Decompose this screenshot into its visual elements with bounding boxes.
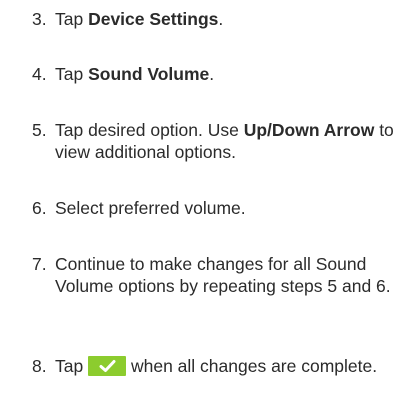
checkmark-confirm-icon [88, 356, 127, 376]
step-number: 5. [32, 120, 47, 140]
step-text: Tap Device Settings. [55, 8, 410, 30]
step-text: Select preferred volume. [55, 198, 246, 218]
step-text-part: . [218, 9, 224, 29]
step-number: 8. [32, 356, 47, 376]
step-text: Tap when all changes are complete. [55, 355, 410, 377]
step-text: Tap Sound Volume. [55, 63, 410, 85]
bold-term-device-settings: Device Settings [88, 9, 219, 29]
step-number: 3. [32, 9, 47, 29]
step-number: 4. [32, 64, 47, 84]
instruction-steps: 3. Tap Device Settings. 4. Tap Sound Vol… [0, 0, 420, 420]
step-number: 6. [32, 198, 47, 218]
bold-term-up-down-arrow: Up/Down Arrow [243, 120, 375, 140]
step-text-part: when all changes are complete. [130, 356, 378, 376]
bold-term-sound-volume: Sound Volume [88, 64, 210, 84]
step-number: 7. [32, 254, 47, 274]
step-text-part: Tap [55, 9, 89, 29]
step-text-part: Tap [55, 356, 84, 376]
step-text: Continue to make changes for all Sound V… [55, 254, 391, 296]
step-text-part: Tap desired option. Use [55, 120, 244, 140]
step-text: Tap desired option. Use Up/Down Arrow to… [55, 119, 410, 163]
step-text-part: Tap [55, 64, 89, 84]
step-text-part: . [209, 64, 215, 84]
